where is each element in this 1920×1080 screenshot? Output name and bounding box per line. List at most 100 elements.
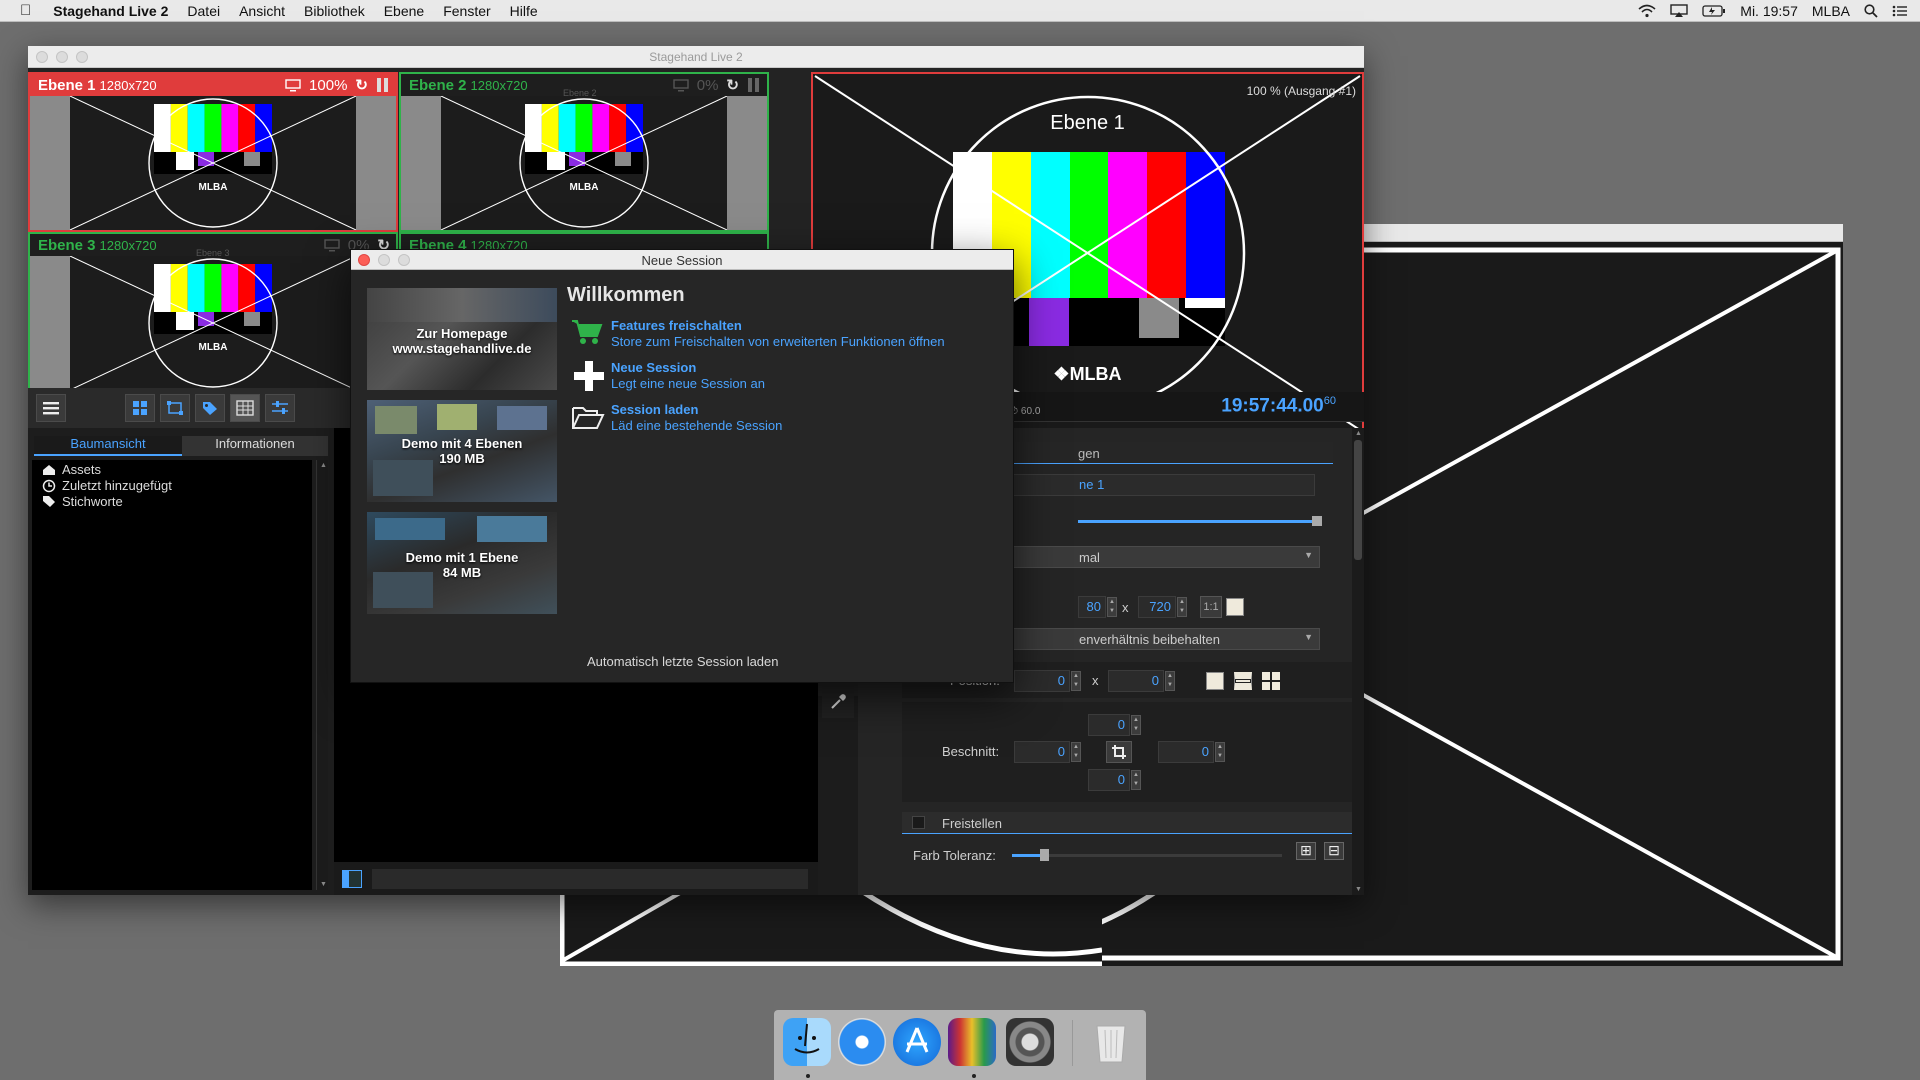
add-key-button[interactable]: ⊞ xyxy=(1296,842,1316,860)
library-scrollbar[interactable]: ▲ ▼ xyxy=(316,460,328,890)
monitor-icon[interactable] xyxy=(285,78,301,92)
app-store-icon[interactable] xyxy=(893,1018,941,1066)
position-y-field[interactable]: 0 xyxy=(1108,670,1164,692)
tree-item-recent[interactable]: Zuletzt hinzugefügt xyxy=(42,478,172,493)
tags-button[interactable] xyxy=(195,394,225,422)
menu-fenster[interactable]: Fenster xyxy=(443,3,490,19)
menu-ansicht[interactable]: Ansicht xyxy=(239,3,285,19)
system-preferences-icon[interactable] xyxy=(1006,1018,1054,1066)
opacity-slider[interactable] xyxy=(1078,520,1318,523)
demo-4-title: Demo mit 4 Ebenen xyxy=(401,436,523,451)
crop-bottom-stepper[interactable]: ▲ ▼ xyxy=(1131,770,1141,790)
pause-icon[interactable] xyxy=(376,77,390,93)
tree-item-tags[interactable]: Stichworte xyxy=(42,494,123,509)
layer-3-resolution: 1280x720 xyxy=(99,237,157,253)
auto-load-checkbox-label[interactable]: Automatisch letzte Session laden xyxy=(587,654,779,669)
chevron-down-icon: ▼ xyxy=(1304,550,1313,560)
tolerance-slider[interactable] xyxy=(1012,854,1282,857)
homepage-url: www.stagehandlive.de xyxy=(392,341,532,356)
asset-search-field[interactable] xyxy=(372,869,808,889)
reload-icon[interactable]: ↻ xyxy=(726,76,739,94)
tab-baumansicht[interactable]: Baumansicht xyxy=(34,436,182,456)
trash-icon[interactable] xyxy=(1087,1018,1135,1066)
align-grid-button[interactable] xyxy=(1262,672,1280,690)
spotlight-icon[interactable] xyxy=(1864,4,1878,18)
battery-icon[interactable] xyxy=(1702,5,1726,17)
aspect-ratio-button[interactable]: 1:1 xyxy=(1200,596,1222,618)
keying-checkbox[interactable] xyxy=(912,816,925,829)
size-color-swatch[interactable] xyxy=(1226,598,1244,616)
menu-bibliothek[interactable]: Bibliothek xyxy=(304,3,365,19)
height-stepper[interactable]: ▲ ▼ xyxy=(1177,597,1187,617)
eyedropper-button[interactable] xyxy=(822,686,854,718)
opacity-slider-handle[interactable] xyxy=(1312,516,1322,526)
notification-center-icon[interactable] xyxy=(1892,5,1908,17)
reload-icon[interactable]: ↻ xyxy=(355,76,368,94)
menu-hilfe[interactable]: Hilfe xyxy=(510,3,538,19)
position-x-stepper[interactable]: ▲ ▼ xyxy=(1071,671,1081,691)
position-separator: x xyxy=(1092,673,1099,688)
position-x-field[interactable]: 0 xyxy=(1014,670,1070,692)
align-split-button[interactable] xyxy=(1234,672,1252,690)
layer-2-tile[interactable]: Ebene 2 1280x720 0% ↻ MLBA Ebene 2 xyxy=(399,72,769,232)
menu-ebene[interactable]: Ebene xyxy=(384,3,424,19)
crop-right-stepper[interactable]: ▲ ▼ xyxy=(1215,742,1225,762)
layer-3-tile[interactable]: Ebene 3 1280x720 0% ↻ MLBA Ebene 3 xyxy=(28,232,398,392)
crop-bottom-field[interactable]: 0 xyxy=(1088,769,1130,791)
new-session-dialog[interactable]: Neue Session Zur Homepage www.stagehandl… xyxy=(350,249,1014,683)
menubar-clock[interactable]: Mi. 19:57 xyxy=(1740,3,1798,19)
crop-left-field[interactable]: 0 xyxy=(1014,741,1070,763)
tolerance-slider-handle[interactable] xyxy=(1040,849,1049,861)
crop-button[interactable] xyxy=(1106,741,1132,763)
layer-2-opacity[interactable]: 0% xyxy=(697,77,719,94)
demo-4-layers-tile[interactable]: Demo mit 4 Ebenen 190 MB xyxy=(367,400,557,502)
apple-icon[interactable]:  xyxy=(20,2,31,19)
monitor-icon[interactable] xyxy=(324,238,340,252)
width-stepper[interactable]: ▲ ▼ xyxy=(1107,597,1117,617)
stagehand-icon[interactable] xyxy=(948,1018,996,1066)
menu-datei[interactable]: Datei xyxy=(187,3,220,19)
airplay-icon[interactable] xyxy=(1670,4,1688,18)
position-y-stepper[interactable]: ▲ ▼ xyxy=(1165,671,1175,691)
layer-1-tile[interactable]: Ebene 1 1280x720 100% ↻ MLBA xyxy=(28,72,398,232)
sidebar-toggle-button[interactable] xyxy=(342,870,362,888)
output-canvas-lower xyxy=(560,890,1102,966)
layer-1-opacity[interactable]: 100% xyxy=(309,77,347,94)
finder-icon[interactable] xyxy=(783,1018,831,1066)
menu-app-name[interactable]: Stagehand Live 2 xyxy=(53,3,168,19)
align-full-button[interactable] xyxy=(1206,672,1224,690)
safari-icon[interactable] xyxy=(838,1018,886,1066)
height-field[interactable]: 720 xyxy=(1138,596,1176,618)
crop-left-stepper[interactable]: ▲ ▼ xyxy=(1071,742,1081,762)
grid-view-button[interactable] xyxy=(125,394,155,422)
library-panel: Baumansicht Informationen Assets Zuletzt… xyxy=(28,428,334,895)
tab-informationen[interactable]: Informationen xyxy=(182,436,328,456)
monitor-icon[interactable] xyxy=(673,78,689,92)
preview-layer-label: Ebene 1 xyxy=(1050,112,1125,134)
transform-button[interactable] xyxy=(160,394,190,422)
demo-1-layer-tile[interactable]: Demo mit 1 Ebene 84 MB xyxy=(367,512,557,614)
action-new-title: Neue Session xyxy=(611,360,697,375)
crop-top-field[interactable]: 0 xyxy=(1088,714,1130,736)
action-unlock-features[interactable]: Features freischalten Store zum Freischa… xyxy=(571,318,1001,352)
action-new-session[interactable]: Neue Session Legt eine neue Session an xyxy=(571,360,1001,394)
adjust-button[interactable] xyxy=(265,394,295,422)
matrix-button[interactable] xyxy=(230,394,260,422)
size-separator: x xyxy=(1122,600,1129,615)
folder-icon xyxy=(571,404,605,430)
inspector-scrollbar[interactable]: ▲ ▼ xyxy=(1352,428,1364,895)
menu-toggle-button[interactable] xyxy=(36,394,66,422)
tree-item-assets[interactable]: Assets xyxy=(42,462,101,477)
action-load-session[interactable]: Session laden Läd eine bestehende Sessio… xyxy=(571,402,1001,436)
remove-key-button[interactable]: ⊟ xyxy=(1324,842,1344,860)
homepage-tile[interactable]: Zur Homepage www.stagehandlive.de xyxy=(367,288,557,390)
crop-right-field[interactable]: 0 xyxy=(1158,741,1214,763)
width-field[interactable]: 80 xyxy=(1078,596,1106,618)
main-window-titlebar[interactable]: Stagehand Live 2 xyxy=(28,46,1364,68)
menubar-user[interactable]: MLBA xyxy=(1812,3,1850,19)
tool-column xyxy=(818,696,858,895)
pause-icon[interactable] xyxy=(747,77,761,93)
dialog-titlebar[interactable]: Neue Session xyxy=(351,250,1013,270)
crop-top-stepper[interactable]: ▲ ▼ xyxy=(1131,715,1141,735)
wifi-icon[interactable] xyxy=(1638,4,1656,18)
